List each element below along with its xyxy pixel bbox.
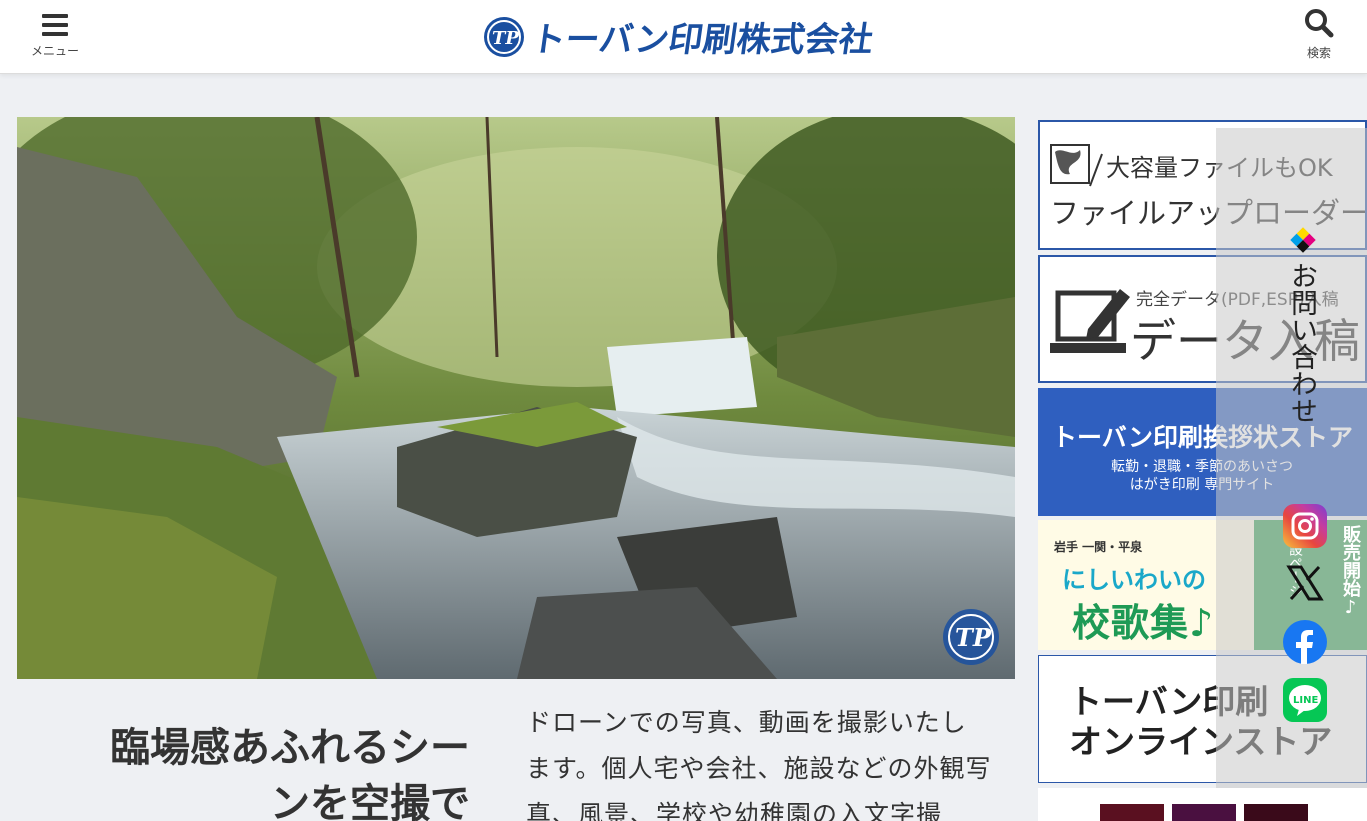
hamburger-icon: [42, 14, 68, 36]
description-line-2: ます。個人宅や会社、施設などの外観写: [526, 754, 992, 783]
x-button[interactable]: [1283, 561, 1327, 605]
school-song-title: 校歌集♪: [1072, 601, 1215, 645]
x-icon: [1286, 565, 1324, 601]
hero-image-waterfall: TP: [17, 117, 1015, 679]
file-art-icon: [1050, 144, 1103, 187]
search-icon: [1305, 9, 1334, 38]
school-song-badge: 販売開始♪: [1340, 525, 1361, 618]
line-icon-label: LINE: [1293, 695, 1318, 706]
software-icon-1: [1100, 804, 1164, 821]
school-song-area: 岩手 一関・平泉: [1054, 540, 1143, 554]
description-line-1: ドローンでの写真、動画を撮影いたし: [526, 708, 967, 737]
site-logo[interactable]: TP トーバン印刷株式会社: [482, 12, 876, 61]
cmyk-diamond-icon: [1290, 227, 1316, 253]
software-icon-3: [1244, 804, 1308, 821]
site-header: メニュー TP トーバン印刷株式会社 検索: [0, 0, 1367, 74]
description-line-3: 真、風景、学校や幼稚園の入文字撮: [526, 800, 943, 821]
instagram-icon: [1291, 512, 1319, 540]
line-icon: LINE: [1289, 685, 1321, 716]
search-label: 検索: [1306, 46, 1331, 60]
svg-text:TP: TP: [492, 28, 519, 49]
hero-tagline: 臨場感あふれるシー ンを空撮で: [60, 720, 470, 821]
instagram-button[interactable]: [1283, 504, 1327, 548]
facebook-icon: [1296, 630, 1313, 664]
line-button[interactable]: LINE: [1283, 678, 1327, 722]
hero-watermark-logo-icon: TP: [943, 609, 999, 665]
search-button[interactable]: 検索: [1284, 8, 1354, 68]
contact-link[interactable]: お問い合わせ: [1286, 262, 1318, 424]
laptop-pen-icon: [1050, 289, 1130, 353]
menu-label: メニュー: [30, 44, 79, 58]
svg-text:TP: TP: [955, 623, 992, 652]
logo-mark-icon: TP: [484, 16, 524, 57]
school-song-subtitle: にしいわいの: [1062, 566, 1206, 594]
hero-description: ドローンでの写真、動画を撮影いたし ます。個人宅や会社、施設などの外観写 真、風…: [526, 700, 1016, 821]
tagline-line-1: 臨場感あふれるシー: [110, 725, 470, 771]
facebook-button[interactable]: [1283, 620, 1327, 664]
logo-text: トーバン印刷株式会社: [528, 20, 876, 60]
more-banner[interactable]: [1038, 788, 1367, 821]
tagline-line-2: ンを空撮で: [270, 781, 470, 821]
menu-button[interactable]: メニュー: [20, 8, 90, 68]
software-icon-2: [1172, 804, 1236, 821]
